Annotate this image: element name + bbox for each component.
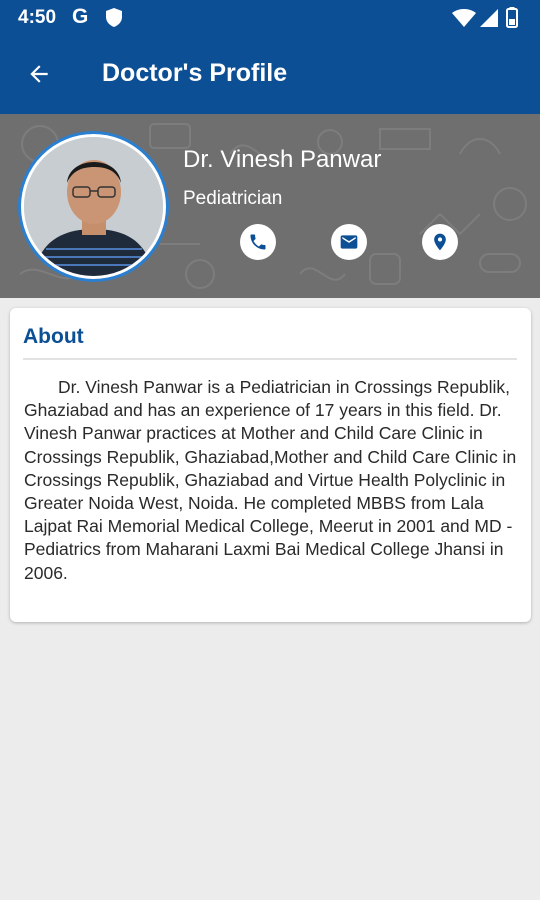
arrow-back-icon[interactable] [26, 61, 52, 87]
page-title: Doctor's Profile [102, 59, 288, 87]
google-g-icon: G [72, 5, 89, 28]
email-button[interactable] [331, 224, 367, 260]
phone-icon [250, 234, 266, 250]
call-button[interactable] [240, 224, 276, 260]
about-card: About Dr. Vinesh Panwar is a Pediatricia… [10, 308, 531, 622]
location-pin-icon [434, 233, 446, 251]
status-time: 4:50 [18, 7, 57, 28]
location-button[interactable] [422, 224, 458, 260]
profile-banner: Dr. Vinesh Panwar Pediatrician [0, 114, 540, 298]
mail-icon [340, 235, 358, 249]
signal-icon [480, 9, 498, 27]
app-bar: Doctor's Profile [0, 36, 540, 114]
shield-icon [106, 8, 122, 27]
battery-icon [506, 7, 518, 28]
about-heading: About [23, 325, 84, 348]
doctor-name: Dr. Vinesh Panwar [183, 146, 382, 173]
wifi-icon [452, 9, 476, 27]
about-divider [23, 358, 517, 360]
doctor-specialty: Pediatrician [183, 188, 283, 209]
about-text: Dr. Vinesh Panwar is a Pediatrician in C… [24, 377, 517, 583]
doctor-avatar [21, 134, 166, 279]
status-bar: 4:50 G [0, 0, 540, 36]
